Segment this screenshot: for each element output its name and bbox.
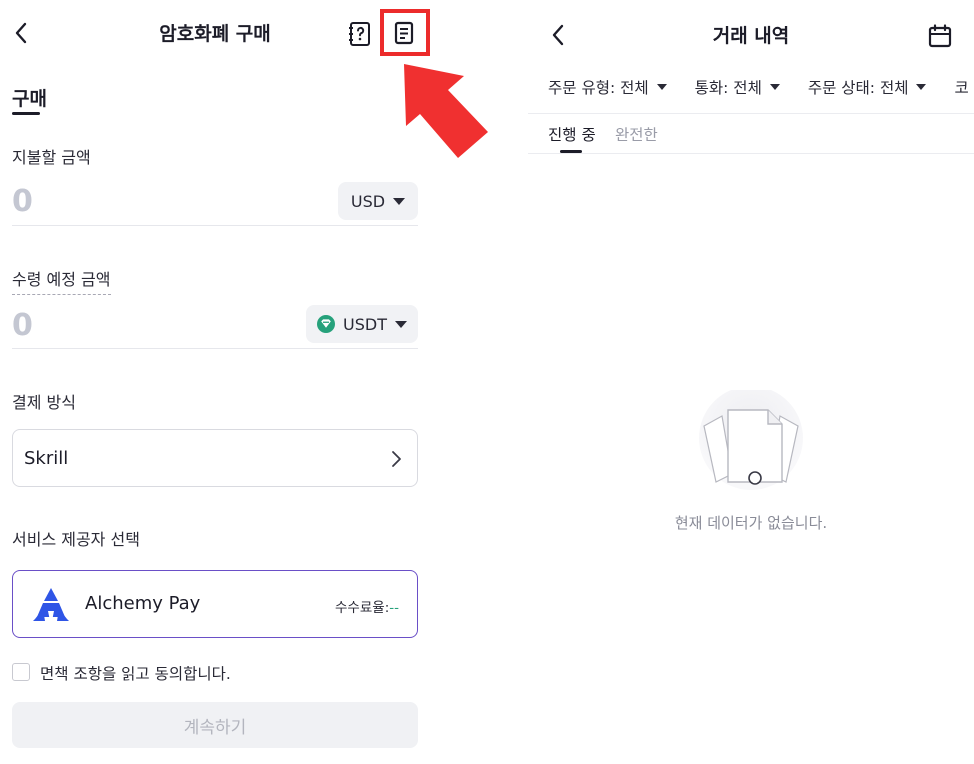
pay-currency-label: USD	[350, 191, 386, 211]
continue-button[interactable]: 계속하기	[12, 702, 418, 748]
tab-in-progress[interactable]: 진행 중	[548, 123, 596, 145]
calendar-button[interactable]	[926, 22, 954, 50]
filter-bar: 주문 유형: 전체 통화: 전체 주문 상태: 전체 코	[548, 76, 969, 98]
pay-amount-input[interactable]: 0	[12, 184, 33, 219]
receive-currency-select[interactable]: USDT	[306, 305, 418, 343]
filter-currency[interactable]: 통화: 전체	[695, 76, 780, 98]
filter-label: 주문 상태: 전체	[807, 79, 909, 97]
filter-label: 주문 유형: 전체	[548, 79, 649, 97]
receive-amount-label: 수령 예정 금액	[12, 266, 111, 295]
payment-method-select[interactable]: Skrill	[12, 429, 418, 487]
caret-down-icon	[393, 197, 406, 205]
empty-document-icon	[699, 390, 803, 490]
caret-down-icon	[394, 320, 407, 328]
filter-overflow[interactable]: 코	[954, 76, 968, 98]
fee-label: 수수료율:	[335, 600, 390, 616]
payment-method-value: Skrill	[24, 448, 69, 469]
filter-label: 통화: 전체	[694, 79, 762, 97]
caret-down-icon	[656, 84, 667, 90]
fee-value: --	[389, 600, 399, 616]
agreement-label: 면책 조항을 읽고 동의합니다.	[40, 665, 231, 683]
tab-completed[interactable]: 완전한	[615, 123, 658, 145]
divider	[12, 348, 418, 349]
pay-amount-label: 지불할 금액	[12, 148, 91, 167]
calendar-icon	[928, 24, 952, 48]
caret-down-icon	[769, 84, 780, 90]
alchemy-pay-logo	[33, 588, 69, 621]
provider-card[interactable]: Alchemy Pay 수수료율:--	[12, 570, 418, 638]
transaction-history-screen: 거래 내역 주문 유형: 전체 통화: 전체 주문 상태: 전체 코 진행 중 …	[528, 0, 974, 764]
tab-underline	[12, 112, 40, 115]
provider-fee: 수수료율:--	[335, 596, 399, 616]
pay-currency-select[interactable]: USD	[338, 182, 418, 220]
payment-method-label: 결제 방식	[12, 393, 76, 412]
order-history-button[interactable]	[390, 19, 418, 47]
agreement-checkbox[interactable]	[12, 663, 30, 681]
chevron-right-icon	[392, 451, 401, 467]
filter-order-status[interactable]: 주문 상태: 전체	[808, 76, 927, 98]
document-list-icon	[394, 21, 414, 45]
empty-state-text: 현재 데이터가 없습니다.	[674, 514, 828, 532]
tether-icon	[317, 315, 336, 333]
filter-label: 코	[954, 79, 969, 97]
divider	[12, 225, 418, 226]
provider-name: Alchemy Pay	[85, 593, 201, 614]
divider	[528, 113, 974, 114]
caret-down-icon	[916, 84, 927, 90]
divider	[528, 153, 974, 154]
receive-amount-value: 0	[12, 308, 33, 343]
receive-currency-label: USDT	[343, 314, 387, 334]
pointer-arrow-icon	[404, 64, 488, 158]
tab-buy[interactable]: 구매	[12, 84, 47, 111]
filter-order-type[interactable]: 주문 유형: 전체	[548, 76, 667, 98]
question-doc-icon	[349, 22, 370, 46]
provider-label: 서비스 제공자 선택	[12, 530, 140, 549]
page-title: 거래 내역	[712, 25, 790, 47]
help-button[interactable]	[347, 20, 373, 48]
buy-crypto-screen: 암호화폐 구매 구매 지불할 금액 0 USD 수령 예정 금액 0 USDT …	[0, 0, 488, 764]
